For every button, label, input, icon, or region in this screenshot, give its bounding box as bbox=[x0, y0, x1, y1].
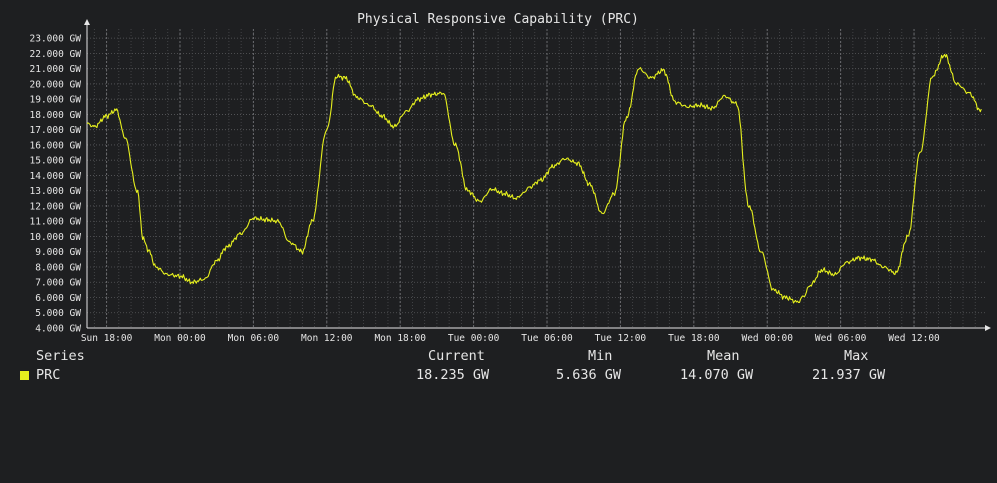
y-axis-ticks: 4.000 GW 5.000 GW 6.000 GW 7.000 GW 8.000 GW… bbox=[30, 34, 82, 335]
x-tick-label: Mon 12:00 bbox=[301, 333, 353, 344]
legend: Series Current Min Mean Max PRC 18.235 G… bbox=[0, 346, 997, 386]
legend-max-value: 21.937 GW bbox=[812, 367, 886, 383]
x-axis-arrow bbox=[985, 325, 991, 331]
x-tick-label: Tue 06:00 bbox=[521, 333, 573, 344]
x-tick-label: Sun 18:00 bbox=[81, 333, 133, 344]
x-axis-ticks: Sun 18:00 Mon 00:00 Mon 06:00 Mon 12:00 Mon … bbox=[81, 333, 940, 344]
y-tick-label: 16.000 GW bbox=[30, 140, 82, 151]
y-tick-label: 23.000 GW bbox=[30, 34, 82, 45]
legend-swatch-prc bbox=[20, 371, 29, 380]
legend-header-mean: Mean bbox=[707, 348, 740, 364]
x-tick-label: Mon 06:00 bbox=[228, 333, 280, 344]
chart: Physical Responsive Capability (PRC) 4.0… bbox=[30, 12, 991, 344]
x-tick-label: Wed 06:00 bbox=[815, 333, 867, 344]
y-tick-label: 15.000 GW bbox=[30, 156, 82, 167]
y-tick-label: 12.000 GW bbox=[30, 201, 82, 212]
legend-header-max: Max bbox=[844, 348, 869, 364]
x-tick-label: Mon 18:00 bbox=[374, 333, 426, 344]
y-axis-arrow bbox=[84, 19, 90, 25]
y-tick-label: 5.000 GW bbox=[35, 308, 81, 319]
y-tick-label: 22.000 GW bbox=[30, 49, 82, 60]
y-tick-label: 6.000 GW bbox=[35, 293, 81, 304]
y-tick-label: 9.000 GW bbox=[35, 247, 81, 258]
grid bbox=[87, 29, 985, 329]
y-tick-label: 21.000 GW bbox=[30, 64, 82, 75]
legend-header-current: Current bbox=[428, 348, 485, 364]
x-tick-label: Mon 00:00 bbox=[154, 333, 206, 344]
legend-mean-value: 14.070 GW bbox=[680, 367, 754, 383]
y-tick-label: 18.000 GW bbox=[30, 110, 82, 121]
y-tick-label: 17.000 GW bbox=[30, 125, 82, 136]
y-tick-label: 14.000 GW bbox=[30, 171, 82, 182]
y-tick-label: 7.000 GW bbox=[35, 278, 81, 289]
series-line-prc bbox=[86, 53, 982, 304]
series bbox=[86, 53, 982, 304]
chart-title: Physical Responsive Capability (PRC) bbox=[357, 12, 639, 27]
legend-header-series: Series bbox=[36, 348, 85, 364]
y-tick-label: 10.000 GW bbox=[30, 232, 82, 243]
y-tick-label: 13.000 GW bbox=[30, 186, 82, 197]
y-tick-label: 8.000 GW bbox=[35, 262, 81, 273]
legend-header-min: Min bbox=[588, 348, 613, 364]
x-tick-label: Tue 12:00 bbox=[595, 333, 647, 344]
x-tick-label: Tue 00:00 bbox=[448, 333, 500, 344]
x-tick-label: Wed 00:00 bbox=[741, 333, 793, 344]
y-tick-label: 11.000 GW bbox=[30, 217, 82, 228]
legend-series-name: PRC bbox=[36, 367, 61, 383]
legend-current-value: 18.235 GW bbox=[416, 367, 490, 383]
y-tick-label: 19.000 GW bbox=[30, 95, 82, 106]
axes bbox=[84, 19, 991, 331]
y-tick-label: 20.000 GW bbox=[30, 79, 82, 90]
x-tick-label: Wed 12:00 bbox=[888, 333, 940, 344]
y-tick-label: 4.000 GW bbox=[35, 324, 81, 335]
legend-min-value: 5.636 GW bbox=[556, 367, 622, 383]
x-tick-label: Tue 18:00 bbox=[668, 333, 720, 344]
